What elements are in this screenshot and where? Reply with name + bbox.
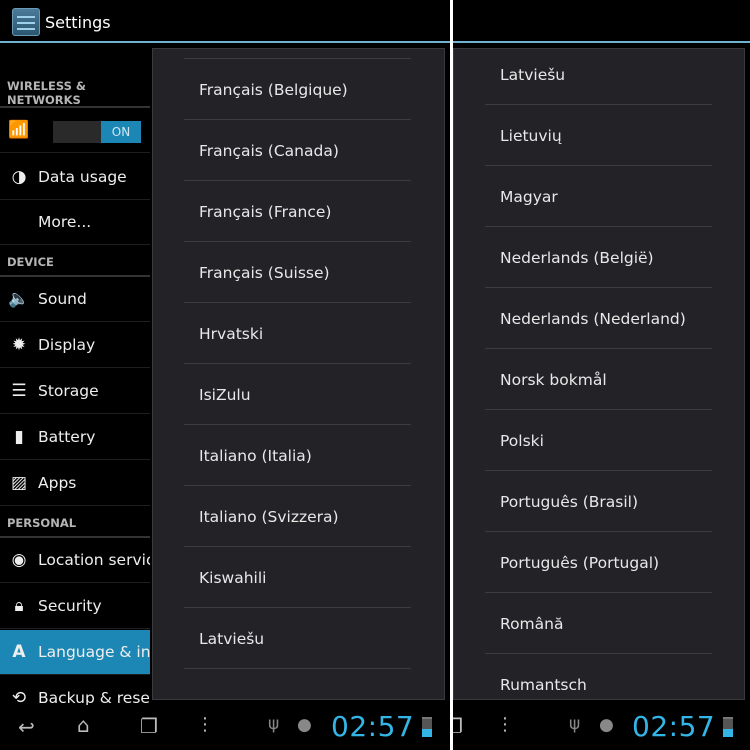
language-option[interactable]: Magyar xyxy=(500,166,727,227)
brightness-icon: ✹ xyxy=(11,335,27,355)
action-bar: Settings xyxy=(0,0,450,43)
android-debug-icon: ● xyxy=(599,715,614,735)
battery-charging-icon xyxy=(422,717,432,737)
sidebar-item-sound[interactable]: 🔈 Sound xyxy=(0,277,150,322)
usb-icon: ψ xyxy=(569,714,581,734)
sidebar-item-storage[interactable]: ☰ Storage xyxy=(0,369,150,414)
back-icon[interactable]: ↩ xyxy=(18,715,35,739)
language-option[interactable]: Italiano (Svizzera) xyxy=(199,486,426,547)
language-option[interactable]: Português (Brasil) xyxy=(500,471,727,532)
wifi-toggle[interactable]: ON xyxy=(53,121,141,143)
sidebar-item-display[interactable]: ✹ Display xyxy=(0,323,150,368)
sidebar-item-label: Battery xyxy=(38,428,96,446)
sidebar-item-label: Storage xyxy=(38,382,99,400)
page-title: Settings xyxy=(45,13,111,32)
language-option[interactable]: Latviešu xyxy=(500,49,727,105)
sidebar-item-battery[interactable]: ▮ Battery xyxy=(0,415,150,460)
clock: 02:57 xyxy=(632,710,716,743)
language-option[interactable]: Français (France) xyxy=(199,181,426,242)
action-bar xyxy=(453,0,750,43)
language-option[interactable]: Rumantsch xyxy=(500,654,727,699)
language-picker-dialog[interactable]: Français (Belgique) Français (Canada) Fran… xyxy=(152,48,445,700)
recent-apps-icon[interactable]: ❐ xyxy=(140,714,158,738)
left-screenshot: Settings WIRELESS & NETWORKS 📶 ON ◑ Data … xyxy=(0,0,450,750)
language-option[interactable]: Français (Suisse) xyxy=(199,242,426,303)
language-picker-dialog[interactable]: Latviešu Lietuvių Magyar Nederlands (België… xyxy=(453,48,745,700)
section-header-personal: PERSONAL xyxy=(7,516,77,530)
language-option[interactable]: Latviešu xyxy=(199,608,426,669)
language-option[interactable]: Lietuvių xyxy=(500,105,727,166)
language-option[interactable]: Português (Portugal) xyxy=(500,532,727,593)
sidebar-item-label: More... xyxy=(38,213,92,231)
sidebar-item-label: Location services xyxy=(38,551,150,569)
sidebar-item-label: Display xyxy=(38,336,96,354)
menu-icon[interactable]: ⋮ xyxy=(496,714,514,735)
language-option[interactable]: Hrvatski xyxy=(199,303,426,364)
language-option[interactable]: Norsk bokmål xyxy=(500,349,727,410)
home-icon[interactable]: ⌂ xyxy=(77,713,90,737)
sidebar-item-location[interactable]: ◉ Location services xyxy=(0,538,150,583)
section-header-device: DEVICE xyxy=(7,255,54,269)
settings-sidebar: WIRELESS & NETWORKS 📶 ON ◑ Data usage Mor… xyxy=(0,45,150,705)
sidebar-item-security[interactable]: 🔒︎ Security xyxy=(0,584,150,629)
usb-icon: ψ xyxy=(268,714,280,734)
language-option[interactable]: Français (Canada) xyxy=(199,120,426,181)
language-option[interactable]: Français (Belgique) xyxy=(199,59,426,120)
language-icon: A xyxy=(12,642,26,662)
sidebar-item-label: Data usage xyxy=(38,168,127,186)
sidebar-item-label: Backup & reset xyxy=(38,689,150,705)
battery-icon: ▮ xyxy=(14,427,24,447)
menu-icon[interactable]: ⋮ xyxy=(196,714,214,735)
language-option[interactable]: IsiZulu xyxy=(199,364,426,425)
sidebar-item-data-usage[interactable]: ◑ Data usage xyxy=(0,155,150,200)
speaker-icon: 🔈 xyxy=(8,289,30,309)
settings-app-icon[interactable] xyxy=(12,8,40,36)
right-screenshot: Latviešu Lietuvių Magyar Nederlands (België… xyxy=(453,0,750,750)
backup-icon: ⟲ xyxy=(11,688,27,705)
location-icon: ◉ xyxy=(11,550,27,570)
wifi-icon: 📶 xyxy=(8,120,30,140)
android-debug-icon: ● xyxy=(297,715,312,735)
battery-charging-icon xyxy=(723,717,733,737)
section-header-wireless: WIRELESS & NETWORKS xyxy=(7,79,86,107)
lock-icon: 🔒︎ xyxy=(14,596,24,616)
apps-icon: ▨ xyxy=(10,473,28,493)
sidebar-item-label: Security xyxy=(38,597,102,615)
toggle-label: ON xyxy=(101,121,141,143)
language-option[interactable]: Nederlands (Nederland) xyxy=(500,288,727,349)
language-option[interactable]: Nederlands (België) xyxy=(500,227,727,288)
sidebar-item-backup[interactable]: ⟲ Backup & reset xyxy=(0,676,150,705)
recent-apps-icon[interactable]: ❐ xyxy=(453,714,463,738)
sidebar-item-label: Language & input xyxy=(38,643,150,661)
clock: 02:57 xyxy=(331,710,415,743)
language-option[interactable]: Italiano (Italia) xyxy=(199,425,426,486)
storage-icon: ☰ xyxy=(11,381,27,401)
sidebar-item-label: Apps xyxy=(38,474,77,492)
sidebar-item-label: Sound xyxy=(38,290,87,308)
sidebar-item-apps[interactable]: ▨ Apps xyxy=(0,461,150,506)
sidebar-item-more[interactable]: More... xyxy=(0,200,150,245)
language-option[interactable]: Kiswahili xyxy=(199,547,426,608)
language-option[interactable]: Polski xyxy=(500,410,727,471)
data-usage-icon: ◑ xyxy=(11,167,27,187)
language-option[interactable]: Română xyxy=(500,593,727,654)
sidebar-item-language[interactable]: A Language & input xyxy=(0,630,150,675)
